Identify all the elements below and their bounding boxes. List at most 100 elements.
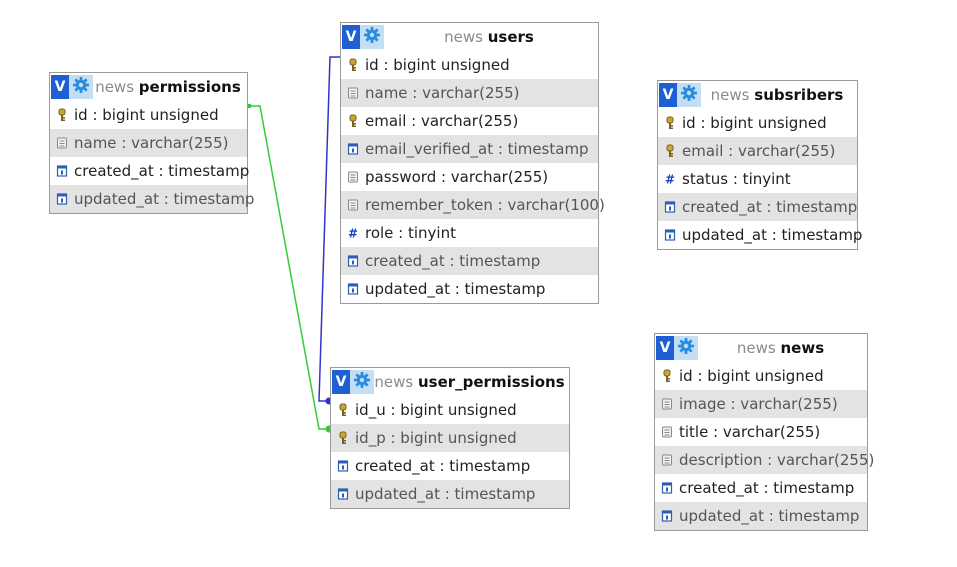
column-label: updated_at : timestamp	[365, 280, 546, 298]
column-row[interactable]: updated_at : timestamp	[331, 480, 569, 508]
column-row[interactable]: email : varchar(255)	[341, 107, 598, 135]
column-row[interactable]: description : varchar(255)	[655, 446, 874, 474]
table-permissions[interactable]: V news permissions id : bigint unsigned n…	[49, 72, 254, 214]
column-label: id : bigint unsigned	[682, 114, 827, 132]
toggle-columns-button[interactable]: V	[332, 370, 350, 394]
column-label: created_at : timestamp	[355, 457, 531, 475]
column-row[interactable]: name : varchar(255)	[50, 129, 247, 157]
column-row[interactable]: created_at : timestamp	[341, 247, 598, 275]
toggle-icon: V	[662, 87, 674, 103]
designer-canvas: V news permissions id : bigint unsigned n…	[0, 0, 957, 567]
toggle-icon: V	[335, 374, 347, 390]
gear-icon	[363, 26, 381, 48]
database-name: news	[374, 373, 414, 391]
text-field-icon	[346, 86, 360, 100]
key-icon	[663, 144, 677, 158]
column-row[interactable]: title : varchar(255)	[655, 418, 867, 446]
calendar-icon	[55, 192, 69, 206]
toggle-columns-button[interactable]: V	[659, 83, 677, 107]
table-options-button[interactable]	[674, 336, 698, 360]
key-icon	[346, 58, 360, 72]
column-label: image : varchar(255)	[679, 395, 838, 413]
column-label: title : varchar(255)	[679, 423, 821, 441]
table-subsribers[interactable]: V news subsribers id : bigint unsigned em…	[657, 80, 862, 250]
column-row[interactable]: # role : tinyint	[341, 219, 598, 247]
table-header[interactable]: V news users	[341, 23, 598, 51]
column-row[interactable]: updated_at : timestamp	[341, 275, 598, 303]
gear-icon	[680, 84, 698, 106]
table-options-button[interactable]	[677, 83, 701, 107]
table-options-button[interactable]	[69, 75, 93, 99]
table-title: news users	[384, 28, 598, 46]
toggle-columns-button[interactable]: V	[342, 25, 360, 49]
column-label: role : tinyint	[365, 224, 456, 242]
table-name: users	[487, 28, 534, 46]
column-label: id_p : bigint unsigned	[355, 429, 517, 447]
column-row[interactable]: email_verified_at : timestamp	[341, 135, 598, 163]
database-name: news	[95, 78, 135, 96]
column-row[interactable]: updated_at : timestamp	[655, 502, 867, 530]
text-field-icon	[660, 425, 674, 439]
column-row[interactable]: id_p : bigint unsigned	[331, 424, 569, 452]
table-header[interactable]: V news user_permissions	[331, 368, 569, 396]
column-label: updated_at : timestamp	[74, 190, 255, 208]
toggle-icon: V	[659, 340, 671, 356]
column-row[interactable]: remember_token : varchar(100)	[341, 191, 605, 219]
column-row[interactable]: created_at : timestamp	[658, 193, 857, 221]
table-options-button[interactable]	[350, 370, 374, 394]
column-row[interactable]: image : varchar(255)	[655, 390, 867, 418]
column-row[interactable]: id : bigint unsigned	[658, 109, 857, 137]
database-name: news	[444, 28, 483, 46]
calendar-icon	[336, 487, 350, 501]
column-row[interactable]: id : bigint unsigned	[655, 362, 867, 390]
column-row[interactable]: name : varchar(255)	[341, 79, 598, 107]
key-icon	[336, 403, 350, 417]
toggle-columns-button[interactable]: V	[656, 336, 674, 360]
column-row[interactable]: created_at : timestamp	[50, 157, 250, 185]
column-label: email_verified_at : timestamp	[365, 140, 589, 158]
table-news[interactable]: V news news id : bigint unsigned image : …	[654, 333, 874, 531]
table-header[interactable]: V news permissions	[50, 73, 247, 101]
column-label: email : varchar(255)	[682, 142, 836, 160]
column-label: name : varchar(255)	[365, 84, 520, 102]
column-label: email : varchar(255)	[365, 112, 519, 130]
text-field-icon	[346, 170, 360, 184]
column-row[interactable]: updated_at : timestamp	[658, 221, 862, 249]
gear-icon	[353, 371, 371, 393]
column-row[interactable]: email : varchar(255)	[658, 137, 857, 165]
column-label: updated_at : timestamp	[682, 226, 863, 244]
table-name: news	[780, 339, 825, 357]
column-row[interactable]: # status : tinyint	[658, 165, 857, 193]
column-row[interactable]: id_u : bigint unsigned	[331, 396, 569, 424]
calendar-icon	[336, 459, 350, 473]
column-label: created_at : timestamp	[682, 198, 858, 216]
column-label: remember_token : varchar(100)	[365, 196, 605, 214]
column-row[interactable]: updated_at : timestamp	[50, 185, 254, 213]
column-row[interactable]: id : bigint unsigned	[341, 51, 598, 79]
key-icon	[55, 108, 69, 122]
table-user-permissions[interactable]: V news user_permissions id_u : bigint un…	[330, 367, 570, 509]
key-icon	[660, 369, 674, 383]
table-header[interactable]: V news subsribers	[658, 81, 857, 109]
calendar-icon	[55, 164, 69, 178]
column-label: status : tinyint	[682, 170, 791, 188]
toggle-columns-button[interactable]: V	[51, 75, 69, 99]
calendar-icon	[660, 509, 674, 523]
key-icon	[346, 114, 360, 128]
table-header[interactable]: V news news	[655, 334, 867, 362]
database-name: news	[710, 86, 750, 104]
table-options-button[interactable]	[360, 25, 384, 49]
column-label: created_at : timestamp	[74, 162, 250, 180]
database-name: news	[736, 339, 776, 357]
calendar-icon	[660, 481, 674, 495]
column-row[interactable]: created_at : timestamp	[655, 474, 867, 502]
column-row[interactable]: created_at : timestamp	[331, 452, 569, 480]
gear-icon	[72, 76, 90, 98]
column-label: id : bigint unsigned	[74, 106, 219, 124]
table-title: news subsribers	[701, 86, 857, 104]
column-row[interactable]: id : bigint unsigned	[50, 101, 247, 129]
gear-icon	[677, 337, 695, 359]
text-field-icon	[660, 397, 674, 411]
column-row[interactable]: password : varchar(255)	[341, 163, 598, 191]
table-users[interactable]: V news users id : bigint unsigned name : …	[340, 22, 605, 304]
